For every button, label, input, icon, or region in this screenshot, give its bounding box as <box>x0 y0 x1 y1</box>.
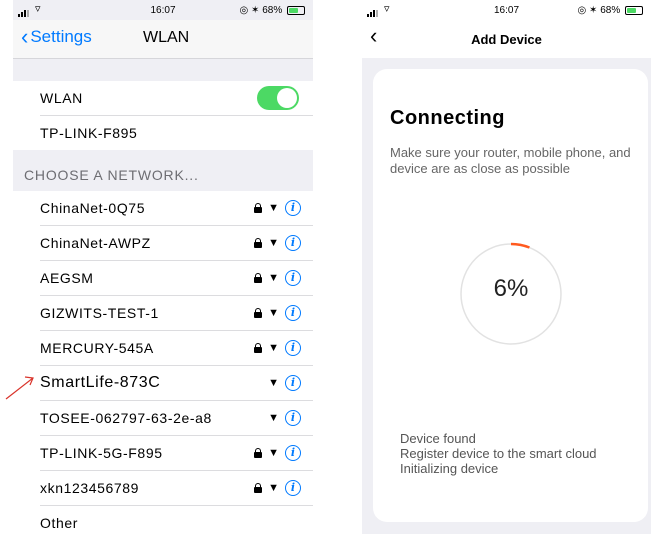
network-name: SmartLife-873C <box>40 374 161 391</box>
status-line: Register device to the smart cloud <box>400 446 597 461</box>
connecting-title: Connecting <box>390 107 505 129</box>
battery-status: ◎ ✶ 68% <box>578 5 643 16</box>
battery-icon <box>625 5 643 15</box>
wifi-icon: ▼ <box>268 236 279 249</box>
back-button[interactable]: ‹ Settings <box>21 24 92 49</box>
wlan-toggle[interactable] <box>257 86 299 110</box>
network-name: xkn123456789 <box>40 480 140 496</box>
wifi-icon: ▼ <box>268 446 279 459</box>
info-icon[interactable]: i <box>285 270 301 286</box>
network-row[interactable]: ChinaNet-0Q75 ▼ i <box>40 191 313 226</box>
bluetooth-icon: ✶ <box>251 5 260 16</box>
chevron-left-icon: ‹ <box>21 24 29 49</box>
bluetooth-icon: ✶ <box>589 5 598 16</box>
info-icon[interactable]: i <box>285 410 301 426</box>
wifi-icon: ▼ <box>268 376 279 389</box>
lock-icon <box>254 308 263 318</box>
other-network-row[interactable]: Other <box>40 506 313 534</box>
connecting-card: Connecting Make sure your router, mobile… <box>373 69 648 522</box>
network-name: AEGSM <box>40 270 94 286</box>
connected-network-row[interactable]: TP-LINK-F895 <box>40 116 313 150</box>
lock-icon <box>254 238 263 248</box>
info-icon[interactable]: i <box>285 305 301 321</box>
info-icon[interactable]: i <box>285 200 301 216</box>
network-name: ChinaNet-0Q75 <box>40 200 146 216</box>
info-icon[interactable]: i <box>285 480 301 496</box>
network-name: GIZWITS-TEST-1 <box>40 305 159 321</box>
lock-icon <box>254 343 263 353</box>
battery-status: ◎ ✶ 68% <box>240 5 305 16</box>
connected-network-name: TP-LINK-F895 <box>40 125 138 141</box>
other-label: Other <box>40 515 79 531</box>
network-row[interactable]: xkn123456789 ▼ i <box>40 471 313 506</box>
lock-icon <box>254 448 263 458</box>
wifi-icon: ▼ <box>268 306 279 319</box>
battery-percent: 68% <box>600 5 621 16</box>
status-line: Device found <box>400 431 476 446</box>
add-device-screen: ▿ 16:07 ◎ ✶ 68% ‹ Add Device Connecting … <box>362 0 651 534</box>
info-icon[interactable]: i <box>285 445 301 461</box>
network-name: TOSEE-062797-63-2e-a8 <box>40 410 212 426</box>
wifi-icon: ▼ <box>268 341 279 354</box>
page-title: WLAN <box>143 29 190 46</box>
alarm-icon: ◎ <box>239 5 249 16</box>
wlan-group: WLAN TP-LINK-F895 <box>13 81 313 150</box>
wifi-icon: ▼ <box>268 411 279 424</box>
status-list: Device found Register device to the smar… <box>400 431 597 476</box>
wlan-settings-screen: ▿ 16:07 ◎ ✶ 68% ‹ Settings WLAN WLAN TP-L… <box>13 0 313 534</box>
annotation-arrow-icon <box>5 376 34 400</box>
network-row[interactable]: MERCURY-545A ▼ i <box>40 331 313 366</box>
lock-icon <box>254 273 263 283</box>
wifi-icon: ▼ <box>268 271 279 284</box>
network-row[interactable]: TOSEE-062797-63-2e-a8 ▼ i <box>40 401 313 436</box>
alarm-icon: ◎ <box>577 5 587 16</box>
lock-icon <box>254 483 263 493</box>
back-label: Settings <box>30 27 92 46</box>
network-name: TP-LINK-5G-F895 <box>40 445 163 461</box>
connecting-subtitle: Make sure your router, mobile phone, and… <box>390 145 631 176</box>
nav-bar: ‹ Add Device <box>362 20 651 58</box>
lock-icon <box>254 203 263 213</box>
battery-percent: 68% <box>262 5 283 16</box>
network-row[interactable]: GIZWITS-TEST-1 ▼ i <box>40 296 313 331</box>
network-row[interactable]: AEGSM ▼ i <box>40 261 313 296</box>
battery-icon <box>287 5 305 15</box>
wifi-icon: ▼ <box>268 201 279 214</box>
page-title: Add Device <box>471 32 542 47</box>
network-row[interactable]: SmartLife-873C ▼ i <box>40 366 313 401</box>
network-row[interactable]: ChinaNet-AWPZ ▼ i <box>40 226 313 261</box>
status-bar: ▿ 16:07 ◎ ✶ 68% <box>362 0 651 20</box>
info-icon[interactable]: i <box>285 340 301 356</box>
nav-bar: ‹ Settings WLAN <box>13 20 313 59</box>
network-list: ChinaNet-0Q75 ▼ i ChinaNet-AWPZ ▼ i AEGSM … <box>13 191 313 534</box>
section-header: CHOOSE A NETWORK... <box>24 167 199 183</box>
progress-percent: 6% <box>493 275 529 302</box>
network-name: MERCURY-545A <box>40 340 154 356</box>
wlan-toggle-row: WLAN <box>40 81 313 116</box>
status-line: Initializing device <box>400 461 499 476</box>
info-icon[interactable]: i <box>285 235 301 251</box>
info-icon[interactable]: i <box>285 375 301 391</box>
network-row[interactable]: TP-LINK-5G-F895 ▼ i <box>40 436 313 471</box>
status-bar: ▿ 16:07 ◎ ✶ 68% <box>13 0 313 20</box>
wlan-label: WLAN <box>40 90 83 106</box>
network-name: ChinaNet-AWPZ <box>40 235 151 251</box>
wifi-icon: ▼ <box>268 481 279 494</box>
